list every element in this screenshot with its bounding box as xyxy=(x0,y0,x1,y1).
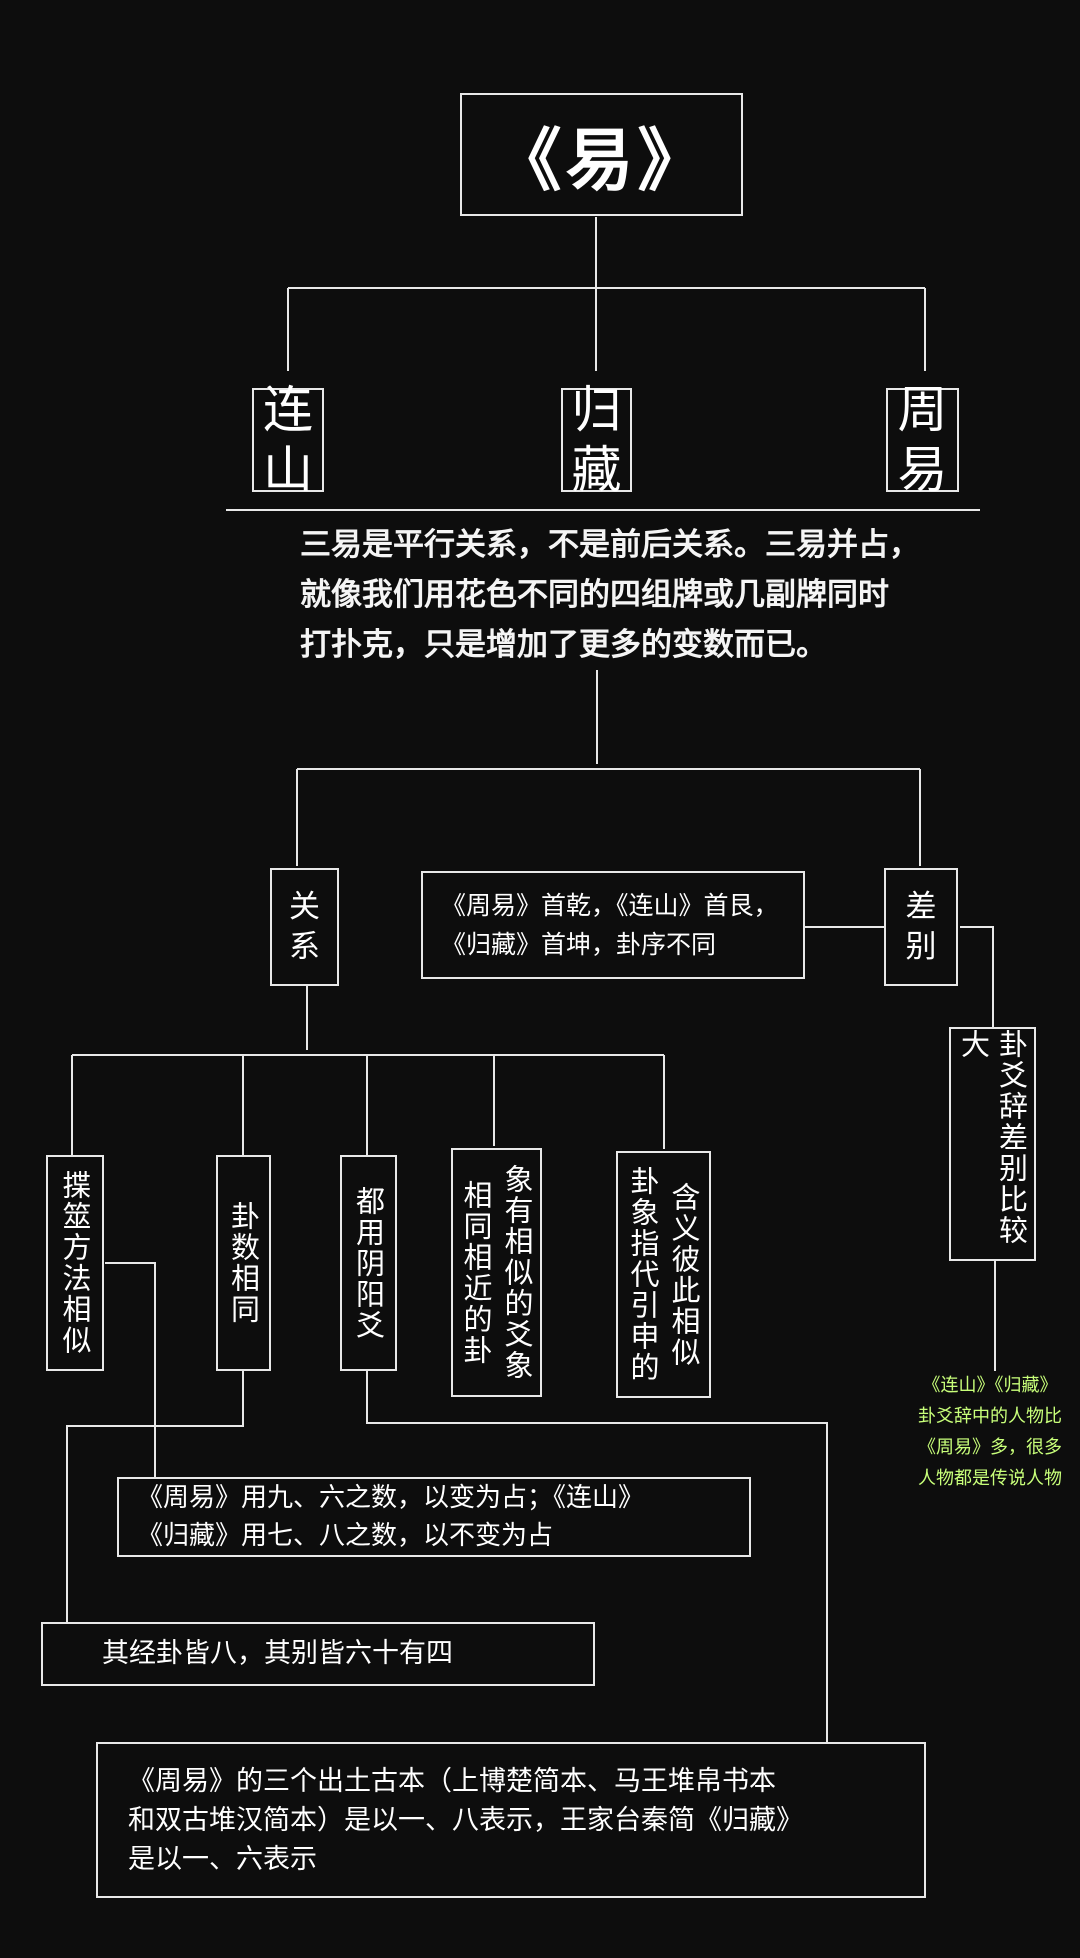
character-note-line-1: 《连山》《归藏》 xyxy=(922,1375,1058,1396)
hexagram-order-line-2: 《归藏》首坤，卦序不同 xyxy=(441,930,717,959)
guicang-char-1: 归 xyxy=(571,381,622,439)
hexagram-text-difference: 卦爻辞差别比较大 xyxy=(956,1029,1029,1246)
character-note: 《连山》《归藏》 卦爻辞中的人物比 《周易》多，很多 人物都是传说人物 xyxy=(895,1370,1080,1494)
yin-yang-lines: 都用阴阳爻 xyxy=(351,1185,386,1341)
summary-line-1: 三易是平行关系，不是前后关系。三易并占， xyxy=(300,527,920,563)
summary-line-2: 就像我们用花色不同的四组牌或几副牌同时 xyxy=(300,577,889,613)
similar-meanings-col-2: 含义彼此相似 xyxy=(667,1181,701,1368)
relation-char-2: 系 xyxy=(289,929,320,965)
similar-images-col-1: 相同相近的卦 xyxy=(459,1179,493,1366)
excavated-texts-line-1: 《周易》的三个出土古本（上博楚简本、马王堆帛书本 xyxy=(128,1765,776,1797)
similar-images-col-2: 象有相似的爻象 xyxy=(500,1164,534,1381)
character-note-line-2: 卦爻辞中的人物比 xyxy=(918,1406,1062,1427)
hexagram-order-box: 《周易》首乾，《连山》首艮， 《归藏》首坤，卦序不同 xyxy=(421,871,805,979)
difference-char-1: 差 xyxy=(905,889,937,925)
divination-numbers-box: 《周易》用九、六之数，以变为占；《连山》 《归藏》用七、八之数，以不变为占 xyxy=(117,1477,751,1557)
divination-method-box: 揲筮方法相似 xyxy=(46,1155,104,1371)
excavated-texts-line-3: 是以一、六表示 xyxy=(128,1843,317,1875)
character-note-line-3: 《周易》多，很多 xyxy=(918,1437,1062,1458)
guicang-box: 归 藏 xyxy=(561,381,632,499)
zhouyi-char-1: 周 xyxy=(897,381,948,439)
hexagram-text-difference-box: 卦爻辞差别比较大 xyxy=(949,1027,1036,1261)
lianshan-char-2: 山 xyxy=(263,441,313,499)
difference-box: 差 别 xyxy=(884,868,958,986)
difference-char-2: 别 xyxy=(905,929,937,965)
relation-char-1: 关 xyxy=(289,889,320,925)
summary-line-3: 打扑克，只是增加了更多的变数而已。 xyxy=(300,627,827,663)
similar-meanings-box: 卦象指代引申的 含义彼此相似 xyxy=(616,1151,711,1398)
root-title: 《易》 xyxy=(493,122,710,201)
yin-yang-box: 都用阴阳爻 xyxy=(340,1155,397,1371)
excavated-texts-box: 《周易》的三个出土古本（上博楚简本、马王堆帛书本 和双古堆汉简本）是以一、八表示… xyxy=(96,1742,926,1898)
excavated-texts-line-2: 和双古堆汉简本）是以一、八表示，王家台秦简《归藏》 xyxy=(128,1804,803,1836)
guicang-char-2: 藏 xyxy=(571,441,622,499)
hexagram-total: 其经卦皆八，其别皆六十有四 xyxy=(102,1638,453,1669)
similar-meanings-col-1: 卦象指代引申的 xyxy=(626,1166,660,1383)
divination-method: 揲筮方法相似 xyxy=(58,1170,92,1356)
similar-images-box: 相同相近的卦 象有相似的爻象 xyxy=(451,1148,542,1397)
hexagram-count: 卦数相同 xyxy=(226,1201,261,1325)
divination-numbers-line-2: 《归藏》用七、八之数，以不变为占 xyxy=(137,1521,554,1551)
section-divider xyxy=(226,509,980,511)
divination-numbers-line-1: 《周易》用九、六之数，以变为占；《连山》 xyxy=(137,1483,645,1513)
relation-box: 关 系 xyxy=(270,868,339,986)
hexagram-count-box: 卦数相同 xyxy=(216,1155,271,1371)
character-note-line-4: 人物都是传说人物 xyxy=(918,1468,1062,1489)
hexagram-order-line-1: 《周易》首乾，《连山》首艮， xyxy=(441,891,779,920)
zhouyi-box: 周 易 xyxy=(886,381,959,499)
parallel-relationship-note: 三易是平行关系，不是前后关系。三易并占， 就像我们用花色不同的四组牌或几副牌同时… xyxy=(300,520,950,670)
lianshan-char-1: 连 xyxy=(263,381,313,439)
lianshan-box: 连 山 xyxy=(252,381,324,499)
root-title-box: 《易》 xyxy=(460,93,743,216)
zhouyi-char-2: 易 xyxy=(897,441,948,499)
hexagram-total-box: 其经卦皆八，其别皆六十有四 xyxy=(41,1622,595,1686)
